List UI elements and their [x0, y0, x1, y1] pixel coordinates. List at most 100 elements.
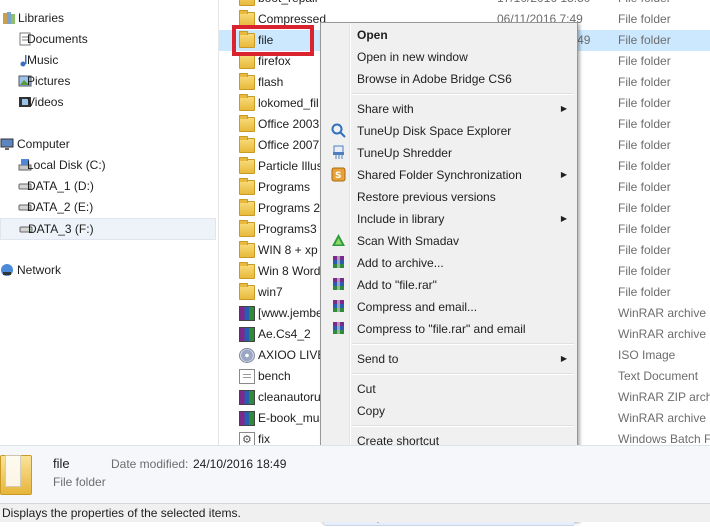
- menu-item-include-in-library[interactable]: Include in library ▶: [323, 208, 575, 230]
- file-type: WinRAR ZIP archive: [618, 390, 710, 404]
- menu-item-label: Restore previous versions: [357, 190, 496, 204]
- file-name: Win 8 Word: [258, 264, 321, 278]
- file-type: Text Document: [618, 369, 699, 383]
- file-date: 17/10/2016 15:50: [497, 0, 590, 9]
- menu-item-label: TuneUp Disk Space Explorer: [357, 124, 512, 138]
- file-type: File folder: [618, 54, 671, 68]
- folder-large-icon: [0, 455, 32, 495]
- file-highlight-box: [232, 25, 314, 56]
- file-name: Programs3: [258, 222, 317, 236]
- menu-item-label: Share with: [357, 102, 414, 116]
- iso-icon: [239, 348, 255, 363]
- file-type: WinRAR archive: [618, 411, 707, 425]
- winrar-icon: [331, 255, 346, 270]
- file-name: [www.jembe: [258, 306, 323, 320]
- status-bar: Displays the properties of the selected …: [0, 503, 710, 522]
- menu-item-add-to-file-rar[interactable]: Add to "file.rar": [323, 274, 575, 296]
- menu-item-restore-previous-versions[interactable]: Restore previous versions: [323, 186, 575, 208]
- folder-icon: [239, 241, 255, 258]
- menu-item-open-in-new-window[interactable]: Open in new window: [323, 46, 575, 68]
- folder-icon: [239, 220, 255, 237]
- nav-item-label: Music: [27, 53, 59, 67]
- folder-icon: [239, 0, 255, 6]
- file-type: File folder: [618, 264, 671, 278]
- file-row[interactable]: boot_repair 17/10/2016 15:50 File folder: [219, 0, 710, 9]
- file-type: File folder: [618, 180, 671, 194]
- nav-item-label: Pictures: [27, 74, 71, 88]
- status-text: Displays the properties of the selected …: [2, 506, 241, 520]
- file-type: ISO Image: [618, 348, 676, 362]
- menu-item-tuneup-shredder[interactable]: TuneUp Shredder: [323, 142, 575, 164]
- network-icon: [0, 263, 14, 277]
- nav-item-label: Local Disk (C:): [27, 158, 106, 172]
- menu-item-compress-to-file-rar-and-email[interactable]: Compress to "file.rar" and email: [323, 318, 575, 340]
- menu-item-label: Copy: [357, 404, 386, 418]
- file-name: Programs: [258, 180, 311, 194]
- rar-icon: [239, 306, 255, 321]
- nav-item-local-disk-c[interactable]: Local Disk (C:): [0, 155, 216, 175]
- file-type: File folder: [618, 96, 671, 110]
- winrar-icon: [331, 299, 346, 314]
- folder-icon: [239, 52, 255, 69]
- navigation-pane: Libraries Documents Music Pictures Videos Com…: [0, 0, 219, 445]
- menu-item-label: Add to archive...: [357, 256, 444, 270]
- nav-item-music[interactable]: Music: [0, 50, 216, 70]
- menu-item-tuneup-disk-space-explorer[interactable]: TuneUp Disk Space Explorer: [323, 120, 575, 142]
- sync-icon: S: [331, 167, 346, 182]
- nav-item-label: Videos: [27, 95, 64, 109]
- file-name: cleanautoru: [258, 390, 321, 404]
- file-type: WinRAR archive: [618, 306, 707, 320]
- menu-item-shared-folder-synchronization[interactable]: S Shared Folder Synchronization ▶: [323, 164, 575, 186]
- winrar-icon: [331, 321, 346, 336]
- folder-icon: [239, 283, 255, 300]
- nav-item-data-3-f[interactable]: DATA_3 (F:): [0, 218, 216, 240]
- menu-item-label: Compress to "file.rar" and email: [357, 322, 526, 336]
- menu-separator: [352, 373, 574, 375]
- menu-item-cut[interactable]: Cut: [323, 378, 575, 400]
- file-type: File folder: [618, 12, 671, 26]
- nav-item-documents[interactable]: Documents: [0, 29, 216, 49]
- submenu-arrow-icon: ▶: [560, 104, 567, 113]
- menu-item-label: Compress and email...: [357, 300, 478, 314]
- nav-item-libraries[interactable]: Libraries: [0, 8, 216, 28]
- rar-icon: [239, 411, 255, 426]
- file-type: File folder: [618, 201, 671, 215]
- menu-item-label: Cut: [357, 382, 376, 396]
- nav-item-pictures[interactable]: Pictures: [0, 71, 216, 91]
- nav-item-label: Network: [17, 263, 62, 277]
- details-file-name: file: [53, 456, 70, 471]
- nav-item-data-2-e[interactable]: DATA_2 (E:): [0, 197, 216, 217]
- menu-item-label: Browse in Adobe Bridge CS6: [357, 72, 512, 86]
- file-type: File folder: [618, 0, 671, 9]
- menu-item-share-with[interactable]: Share with ▶: [323, 98, 575, 120]
- tuneup-shredder-icon: [331, 145, 346, 160]
- nav-item-videos[interactable]: Videos: [0, 92, 216, 112]
- nav-item-network[interactable]: Network: [0, 260, 216, 280]
- menu-item-add-to-archive[interactable]: Add to archive...: [323, 252, 575, 274]
- menu-item-browse-in-adobe-bridge-cs6[interactable]: Browse in Adobe Bridge CS6: [323, 68, 575, 90]
- menu-separator: [352, 343, 574, 345]
- folder-icon: [239, 178, 255, 195]
- menu-item-label: Send to: [357, 352, 399, 366]
- file-type: File folder: [618, 117, 671, 131]
- menu-item-label: Shared Folder Synchronization: [357, 168, 522, 182]
- details-pane: file Date modified: 24/10/2016 18:49 Fil…: [0, 445, 710, 504]
- folder-icon: [239, 262, 255, 279]
- folder-icon: [239, 199, 255, 216]
- menu-item-compress-and-email[interactable]: Compress and email...: [323, 296, 575, 318]
- menu-item-label: Scan With Smadav: [357, 234, 460, 248]
- menu-item-open[interactable]: Open: [323, 24, 575, 46]
- nav-item-data-1-d[interactable]: DATA_1 (D:): [0, 176, 216, 196]
- nav-item-computer[interactable]: Computer: [0, 134, 216, 154]
- menu-item-send-to[interactable]: Send to ▶: [323, 348, 575, 370]
- file-type: File folder: [618, 75, 671, 89]
- file-name: AXIOO LIVE: [258, 348, 326, 362]
- file-type: File folder: [618, 222, 671, 236]
- menu-item-copy[interactable]: Copy: [323, 400, 575, 422]
- details-date-label: Date modified:: [111, 457, 189, 471]
- menu-separator: [352, 425, 574, 427]
- menu-item-scan-with-smadav[interactable]: Scan With Smadav: [323, 230, 575, 252]
- folder-icon: [239, 94, 255, 111]
- winrar-icon: [331, 277, 346, 292]
- menu-item-label: Open in new window: [357, 50, 468, 64]
